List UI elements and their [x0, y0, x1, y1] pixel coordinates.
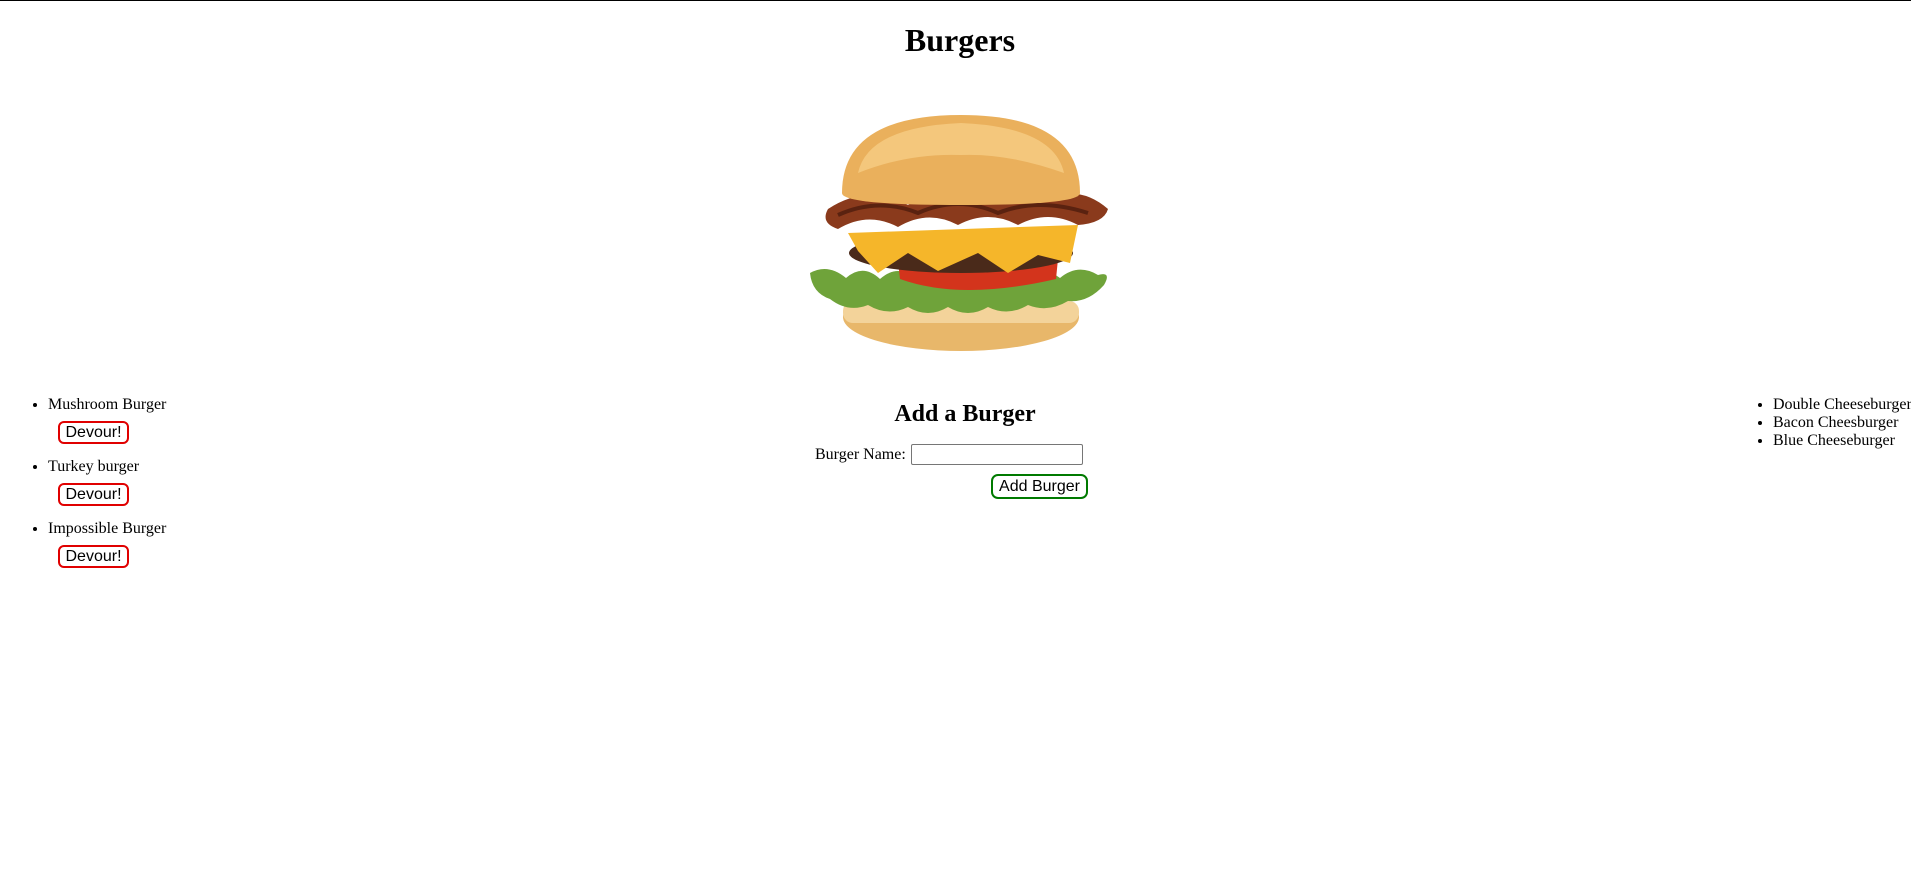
devour-button[interactable]: Devour! — [58, 483, 129, 506]
burger-image — [810, 115, 1108, 351]
list-item: Impossible Burger Devour! — [48, 519, 400, 581]
top-border — [0, 0, 1911, 1]
uneaten-burger-list: Mushroom Burger Devour! Turkey burger De… — [0, 395, 400, 581]
burger-name: Turkey burger — [48, 458, 140, 475]
burger-name-row: Burger Name: — [795, 444, 1135, 465]
list-item: Blue Cheeseburger — [1773, 432, 1911, 450]
devoured-burger-list: Double Cheeseburger Bacon Cheesburger Bl… — [1725, 396, 1911, 450]
add-burger-form: Add a Burger Burger Name: Add Burger — [795, 398, 1135, 499]
devour-button[interactable]: Devour! — [58, 421, 129, 444]
burger-name-input[interactable] — [910, 444, 1083, 465]
list-item: Double Cheeseburger — [1773, 396, 1911, 414]
burger-name: Mushroom Burger — [48, 396, 167, 413]
form-title: Add a Burger — [894, 401, 1036, 427]
burger-name-label: Burger Name: — [815, 445, 906, 463]
list-item: Mushroom Burger Devour! — [48, 395, 400, 457]
list-item: Bacon Cheesburger — [1773, 414, 1911, 432]
list-item: Turkey burger Devour! — [48, 457, 400, 519]
devour-button[interactable]: Devour! — [58, 545, 129, 568]
add-burger-button[interactable]: Add Burger — [991, 474, 1088, 499]
page-title: Burgers — [904, 22, 1016, 58]
burger-name: Impossible Burger — [48, 520, 167, 537]
